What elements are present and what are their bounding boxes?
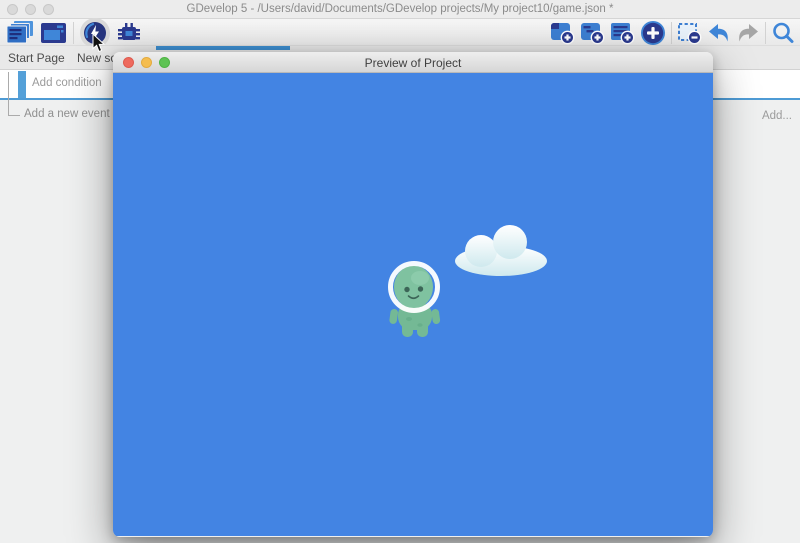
gdevelop-app-window: GDevelop 5 - /Users/david/Documents/GDev… (0, 0, 800, 543)
add-new-event-button[interactable]: Add a new event (24, 108, 110, 120)
project-manager-icon[interactable] (6, 20, 34, 45)
add-new-icon[interactable] (640, 20, 666, 46)
add-comment-icon[interactable] (610, 21, 635, 45)
add-condition-button[interactable]: Add condition (32, 77, 102, 89)
debugger-icon[interactable] (116, 21, 142, 45)
add-action-button[interactable]: Add... (762, 110, 792, 122)
scene-editor-icon[interactable] (40, 21, 67, 45)
preview-titlebar[interactable]: Preview of Project (113, 52, 713, 73)
add-subevent-icon[interactable] (580, 21, 605, 45)
cloud-sprite (453, 225, 549, 282)
preview-window[interactable]: Preview of Project (113, 52, 713, 537)
redo-icon (736, 22, 760, 44)
game-scene[interactable] (113, 73, 713, 536)
active-tab-indicator (156, 46, 290, 50)
toolbar-separator (671, 22, 672, 44)
window-title: GDevelop 5 - /Users/david/Documents/GDev… (0, 3, 800, 15)
toolbar-separator (73, 22, 74, 44)
mouse-cursor (92, 34, 105, 58)
undo-icon[interactable] (707, 22, 731, 44)
alien-character-sprite (387, 257, 443, 344)
tab-start-page[interactable]: Start Page (8, 46, 65, 70)
remove-event-icon[interactable] (677, 21, 702, 45)
add-event-icon[interactable] (550, 21, 575, 45)
event-tree-guide (8, 72, 20, 116)
preview-window-title: Preview of Project (113, 56, 713, 70)
main-titlebar: GDevelop 5 - /Users/david/Documents/GDev… (0, 0, 800, 19)
toolbar-separator (765, 22, 766, 44)
main-toolbar (0, 19, 800, 46)
search-icon[interactable] (771, 21, 795, 45)
